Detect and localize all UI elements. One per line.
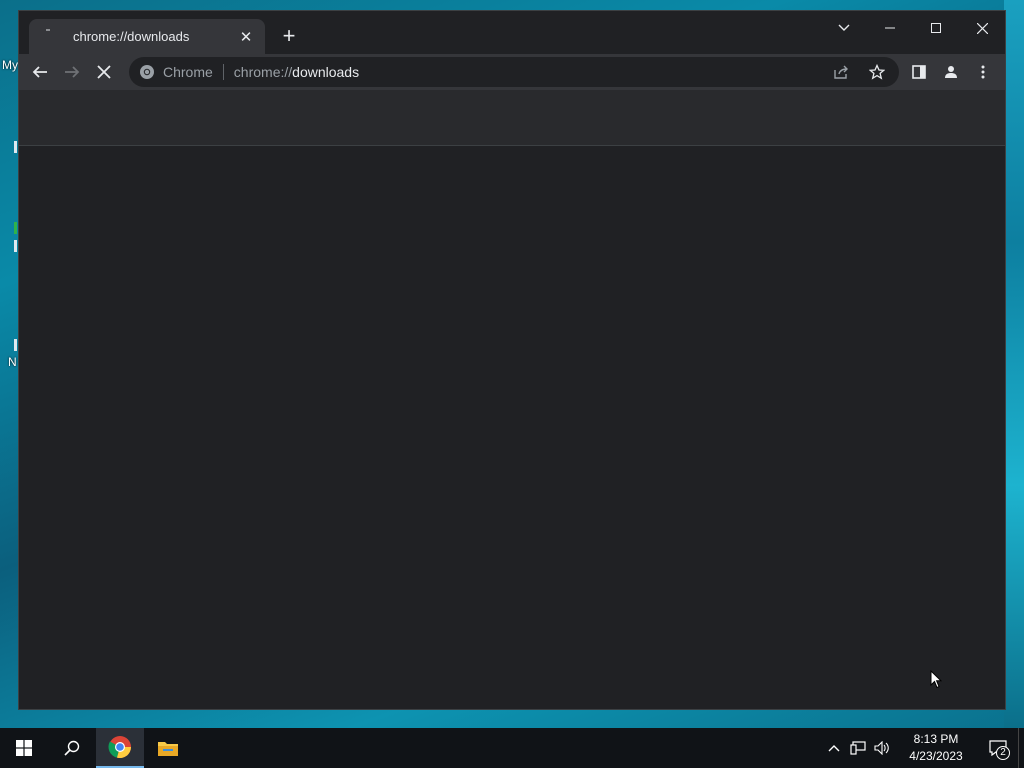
tab-title: chrome://downloads (73, 29, 190, 44)
minimize-icon (885, 27, 895, 29)
forward-button[interactable] (56, 56, 88, 88)
chrome-logo-icon (140, 65, 154, 79)
start-button[interactable] (0, 728, 48, 768)
folder-icon (158, 742, 178, 756)
chevron-up-icon (828, 745, 840, 752)
taskbar-search-button[interactable] (48, 728, 96, 768)
close-icon (976, 22, 988, 34)
chrome-logo-icon (108, 736, 132, 759)
speaker-icon (874, 741, 889, 755)
clock-date: 4/23/2023 (909, 749, 963, 763)
tab-strip: chrome://downloads ✕ + (19, 11, 1005, 54)
tab-downloads[interactable]: chrome://downloads ✕ (29, 19, 265, 54)
omnibox-chip: Chrome (163, 64, 213, 80)
url-scheme: chrome:// (233, 64, 293, 80)
side-panel-button[interactable] (903, 56, 935, 88)
tab-search-button[interactable] (821, 13, 867, 43)
desktop-icon[interactable] (14, 339, 17, 351)
chrome-menu-button[interactable] (967, 56, 999, 88)
windows-taskbar: 8:13 PM 4/23/2023 2 (0, 728, 1024, 768)
url-host: downloads (292, 64, 360, 80)
maximize-icon (931, 23, 941, 33)
downloads-page-header (19, 90, 1005, 146)
toolbar-right-actions (903, 56, 999, 88)
desktop-icon[interactable] (14, 141, 17, 153)
side-panel-icon (912, 65, 926, 79)
network-icon (850, 741, 866, 755)
back-button[interactable] (24, 56, 56, 88)
profile-button[interactable] (935, 56, 967, 88)
notification-count-badge: 2 (996, 746, 1010, 760)
close-window-button[interactable] (959, 13, 1005, 43)
omnibox-actions (825, 57, 893, 87)
omnibox-divider (222, 64, 224, 80)
chrome-window: chrome://downloads ✕ + Chrome chrome://d… (18, 10, 1006, 710)
desktop-icon[interactable] (14, 240, 17, 252)
taskbar-clock[interactable]: 8:13 PM 4/23/2023 (900, 731, 972, 765)
taskbar-chrome-button[interactable] (96, 728, 144, 768)
maximize-button[interactable] (913, 13, 959, 43)
search-icon (64, 740, 80, 756)
show-desktop-button[interactable] (1018, 728, 1024, 768)
kebab-menu-icon (981, 65, 985, 79)
windows-logo-icon (16, 740, 32, 756)
close-icon (97, 65, 111, 79)
person-icon (945, 66, 957, 78)
downloads-page-body (19, 146, 1005, 709)
clock-time: 8:13 PM (913, 732, 959, 746)
network-button[interactable] (846, 728, 870, 768)
share-icon (834, 65, 848, 79)
url-text[interactable]: chrome://downloads (234, 64, 359, 80)
browser-toolbar: Chrome chrome://downloads (19, 54, 1005, 90)
taskbar-file-explorer-button[interactable] (144, 728, 192, 768)
show-hidden-icons-button[interactable] (822, 728, 846, 768)
mouse-cursor-icon (930, 669, 943, 694)
bookmark-button[interactable] (861, 56, 893, 88)
minimize-button[interactable] (867, 13, 913, 43)
star-icon (869, 64, 885, 80)
new-tab-button[interactable]: + (277, 25, 301, 49)
arrow-right-icon (65, 66, 80, 78)
volume-button[interactable] (870, 728, 894, 768)
desktop-icon-label[interactable]: My (2, 58, 18, 72)
tab-close-icon[interactable]: ✕ (237, 28, 255, 46)
share-button[interactable] (825, 56, 857, 88)
tab-search-icon (838, 24, 850, 31)
address-bar[interactable]: Chrome chrome://downloads (129, 57, 899, 87)
desktop-icon[interactable] (14, 222, 17, 234)
desktop-icon-label[interactable]: N (8, 355, 17, 369)
arrow-left-icon (32, 66, 47, 78)
stop-loading-button[interactable] (88, 56, 120, 88)
loading-favicon-icon (43, 28, 59, 45)
action-center-button[interactable]: 2 (978, 728, 1018, 768)
system-tray: 8:13 PM 4/23/2023 2 (822, 728, 1024, 768)
desktop-background-edge (1004, 0, 1024, 728)
